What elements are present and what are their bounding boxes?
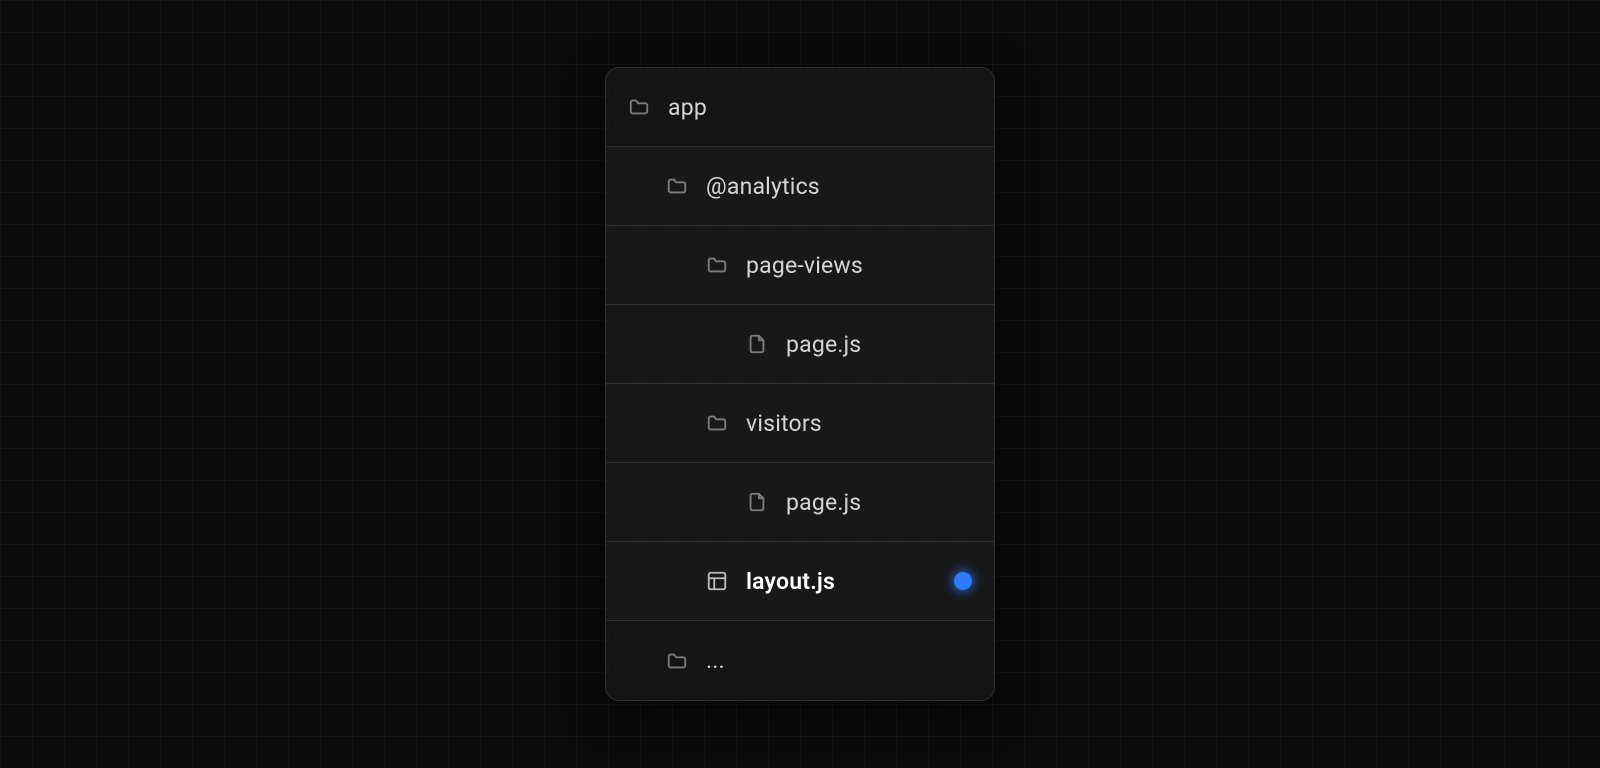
tree-item-more[interactable]: ...: [606, 621, 994, 700]
tree-item-analytics[interactable]: @analytics: [606, 147, 994, 226]
folder-icon: [666, 650, 688, 672]
tree-item-label: app: [668, 94, 707, 121]
tree-item-label: @analytics: [706, 173, 820, 200]
layout-icon: [706, 570, 728, 592]
active-indicator-dot: [954, 572, 972, 590]
tree-item-label: layout.js: [746, 568, 835, 595]
tree-item-visitors-page[interactable]: page.js: [606, 463, 994, 542]
tree-item-page-views[interactable]: page-views: [606, 226, 994, 305]
tree-item-app[interactable]: app: [606, 68, 994, 147]
tree-item-label: ...: [706, 647, 725, 674]
tree-item-label: page-views: [746, 252, 863, 279]
file-icon: [746, 491, 768, 513]
folder-icon: [706, 254, 728, 276]
tree-item-visitors[interactable]: visitors: [606, 384, 994, 463]
folder-icon: [706, 412, 728, 434]
folder-icon: [666, 175, 688, 197]
file-icon: [746, 333, 768, 355]
tree-item-label: page.js: [786, 331, 861, 358]
file-tree-panel: app @analytics page-views page.js visito…: [605, 67, 995, 701]
tree-item-label: page.js: [786, 489, 861, 516]
tree-item-page-views-page[interactable]: page.js: [606, 305, 994, 384]
folder-icon: [628, 96, 650, 118]
tree-item-layout[interactable]: layout.js: [606, 542, 994, 621]
tree-item-label: visitors: [746, 410, 822, 437]
